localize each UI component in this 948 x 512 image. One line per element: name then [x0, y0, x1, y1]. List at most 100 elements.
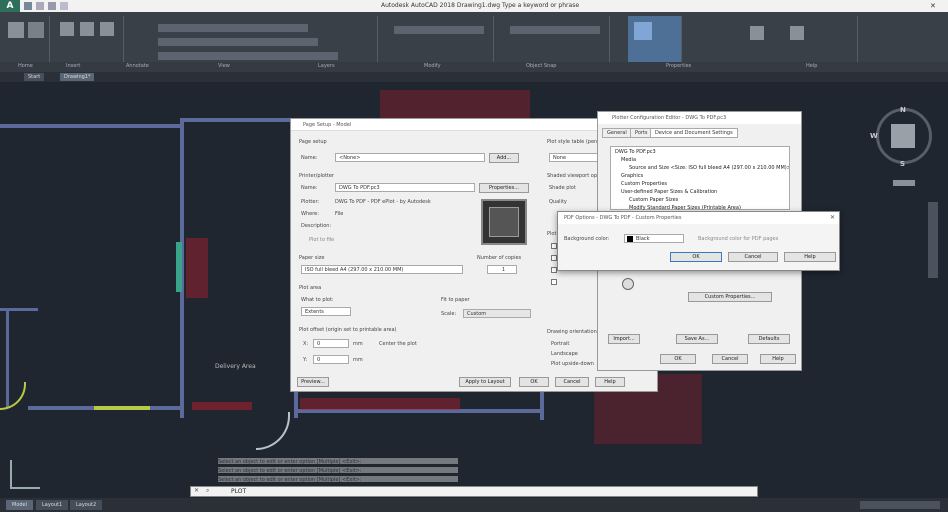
line-icon[interactable]	[8, 22, 24, 38]
ribbon-tab-layers[interactable]: Layers	[318, 63, 335, 69]
text-style-dropdown[interactable]	[394, 26, 484, 34]
wcs-menu[interactable]	[893, 180, 915, 186]
stretch-icon[interactable]	[100, 22, 114, 36]
printer-properties-button[interactable]: Properties...	[479, 183, 529, 193]
tab-layout2[interactable]: Layout2	[70, 500, 103, 510]
background-color-dropdown[interactable]: Black	[624, 234, 684, 243]
command-line[interactable]: PLOT	[190, 486, 758, 497]
ribbon-tab-object-snap[interactable]: Object Snap	[526, 63, 556, 69]
where-label: Where:	[301, 211, 319, 217]
fit-to-paper-checkbox[interactable]: Fit to paper	[441, 297, 470, 303]
command-history-line: Select an object to edit or enter option…	[218, 476, 458, 483]
match-properties-icon[interactable]	[750, 26, 764, 40]
custom-properties-button[interactable]: Custom Properties...	[688, 292, 772, 302]
tree-item[interactable]: User-defined Paper Sizes & Calibration	[621, 189, 717, 195]
measure-icon[interactable]	[790, 26, 804, 40]
add-button[interactable]: Add...	[489, 153, 519, 163]
document-tab-bar: Start Drawing1*	[0, 72, 948, 82]
command-history: Select an object to edit or enter option…	[218, 458, 458, 484]
upside-down-checkbox[interactable]: Plot upside-down	[551, 361, 594, 367]
ribbon-tab-help[interactable]: Help	[806, 63, 817, 69]
linetype-dropdown[interactable]	[158, 52, 338, 60]
close-icon[interactable]: ✕	[830, 214, 835, 221]
printer-icon	[622, 278, 634, 290]
wall-opening	[94, 406, 150, 410]
settings-tree[interactable]: DWG To PDF.pc3 Media Source and Size <Si…	[610, 146, 790, 211]
new-icon[interactable]	[24, 2, 32, 10]
compass-north: N	[900, 106, 906, 114]
doc-tab-drawing1[interactable]: Drawing1*	[60, 73, 95, 81]
cancel-button[interactable]: Cancel	[728, 252, 778, 262]
dialog-title: PDF Options - DWG To PDF - Custom Proper…	[558, 212, 839, 224]
ok-button[interactable]: OK	[519, 377, 549, 387]
ribbon-tab-home[interactable]: Home	[18, 63, 33, 69]
ribbon-tab-insert[interactable]: Insert	[66, 63, 80, 69]
copies-label: Number of copies	[477, 255, 522, 261]
printer-dropdown[interactable]: DWG To PDF.pc3	[335, 183, 475, 192]
color-swatch	[627, 236, 633, 242]
plot-option-checkbox[interactable]	[551, 279, 557, 285]
block-dropdown[interactable]	[510, 26, 600, 34]
ribbon-tab-view[interactable]: View	[218, 63, 230, 69]
ok-button[interactable]: OK	[670, 252, 722, 262]
save-icon[interactable]	[48, 2, 56, 10]
ok-button[interactable]: OK	[660, 354, 696, 364]
application-menu-button[interactable]: A	[0, 0, 20, 12]
help-button[interactable]: Help	[760, 354, 796, 364]
what-to-plot-dropdown[interactable]: Extents	[301, 307, 351, 316]
ribbon-tab-annotate[interactable]: Annotate	[126, 63, 149, 69]
tree-item[interactable]: Custom Properties	[621, 181, 667, 187]
landscape-radio[interactable]: Landscape	[551, 351, 578, 357]
undo-icon[interactable]	[60, 2, 68, 10]
where-value: File	[335, 211, 344, 217]
ribbon-tab-modify[interactable]: Modify	[424, 63, 441, 69]
scale-dropdown[interactable]: Custom	[463, 309, 531, 318]
tab-general[interactable]: General	[602, 128, 632, 138]
help-button[interactable]: Help	[595, 377, 625, 387]
color-dropdown[interactable]	[158, 38, 318, 46]
vertical-scrollbar[interactable]	[928, 202, 938, 278]
tab-device-settings[interactable]: Device and Document Settings	[650, 128, 738, 138]
paper-size-dropdown[interactable]: ISO full bleed A4 (297.00 x 210.00 MM)	[301, 265, 463, 274]
layer-dropdown[interactable]	[158, 24, 308, 32]
tab-layout1[interactable]: Layout1	[36, 500, 69, 510]
apply-to-layout-button[interactable]: Apply to Layout	[459, 377, 511, 387]
x-offset-unit: mm	[353, 341, 363, 347]
cancel-button[interactable]: Cancel	[555, 377, 589, 387]
tree-item[interactable]: Custom Paper Sizes	[629, 197, 678, 203]
page-setup-name-field[interactable]: <None>	[335, 153, 485, 162]
tab-model[interactable]: Model	[6, 500, 34, 510]
save-as-button[interactable]: Save As...	[676, 334, 718, 344]
close-icon[interactable]: ✕	[930, 2, 940, 10]
defaults-button[interactable]: Defaults	[748, 334, 790, 344]
tree-item[interactable]: Media	[621, 157, 636, 163]
x-offset-field[interactable]: 0	[313, 339, 349, 348]
viewcube-face[interactable]	[891, 124, 915, 148]
view-icon[interactable]	[634, 22, 652, 40]
quick-access-toolbar[interactable]	[24, 2, 84, 10]
import-button[interactable]: Import...	[608, 334, 640, 344]
copy-icon[interactable]	[80, 22, 94, 36]
center-plot-checkbox[interactable]: Center the plot	[379, 341, 417, 347]
wall-line	[540, 392, 544, 420]
copies-spinner[interactable]: 1	[487, 265, 517, 274]
status-toggles[interactable]	[860, 501, 940, 509]
ribbon-tab-properties[interactable]: Properties	[666, 63, 691, 69]
plot-to-file-checkbox[interactable]: Plot to file	[309, 237, 334, 243]
move-icon[interactable]	[60, 22, 74, 36]
preview-button[interactable]: Preview...	[297, 377, 329, 387]
y-offset-field[interactable]: 0	[313, 355, 349, 364]
cancel-button[interactable]: Cancel	[712, 354, 748, 364]
close-icon[interactable]: ✕	[194, 487, 199, 494]
preview-plot-area	[489, 207, 519, 237]
tree-item[interactable]: Source and Size <Size: ISO full bleed A4…	[629, 165, 789, 171]
tree-item[interactable]: DWG To PDF.pc3	[615, 149, 656, 155]
search-icon[interactable]: ⌕	[206, 487, 209, 495]
portrait-radio[interactable]: Portrait	[551, 341, 569, 347]
doc-tab-start[interactable]: Start	[24, 73, 45, 81]
polyline-icon[interactable]	[28, 22, 44, 38]
open-icon[interactable]	[36, 2, 44, 10]
wall-line	[0, 124, 180, 128]
tree-item[interactable]: Graphics	[621, 173, 643, 179]
help-button[interactable]: Help	[784, 252, 836, 262]
